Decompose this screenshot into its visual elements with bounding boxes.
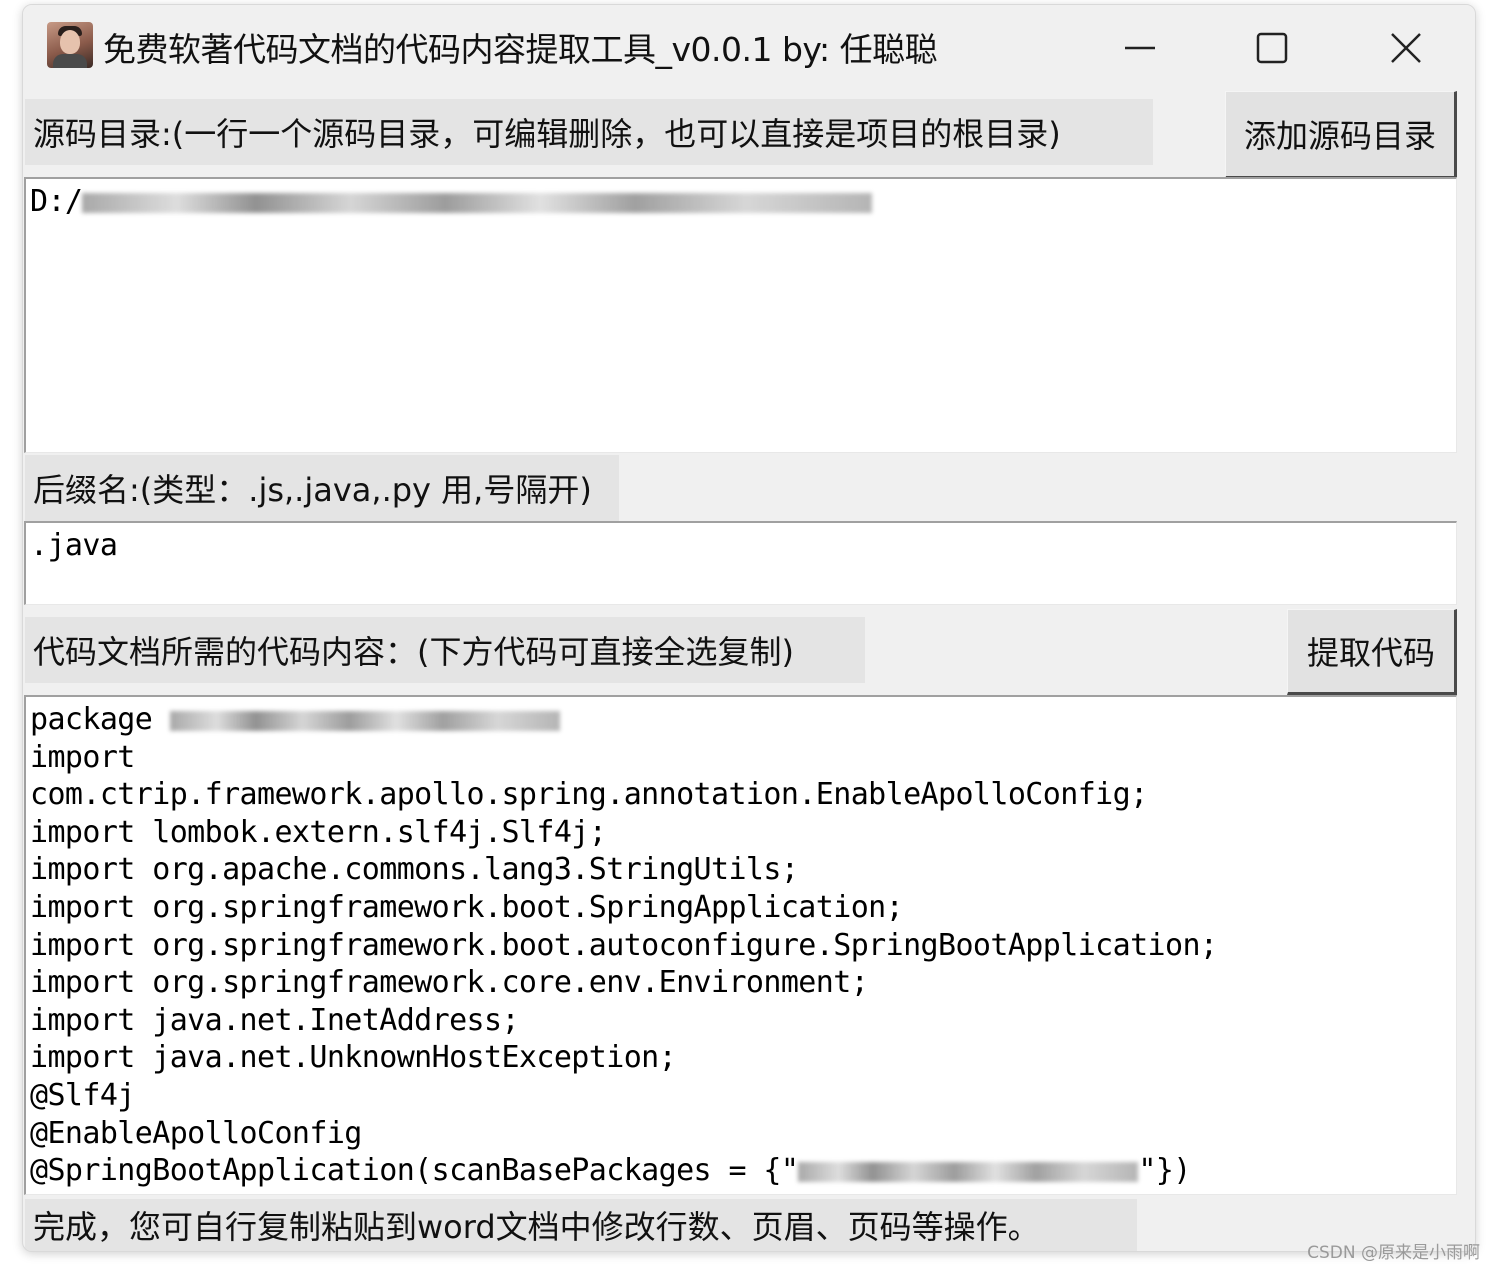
redacted-path	[82, 192, 873, 213]
watermark-text: CSDN @原来是小雨啊	[1307, 1243, 1480, 1263]
source-dir-line: D:/	[30, 183, 1452, 221]
app-window: 免费软著代码文档的代码内容提取工具_v0.0.1 by: 任聪聪 源码目录:(一…	[22, 4, 1476, 1252]
source-dir-label: 源码目录:(一行一个源码目录，可编辑删除，也可以直接是项目的根目录)	[25, 99, 1153, 165]
minimize-button[interactable]	[1075, 5, 1205, 91]
output-label: 代码文档所需的代码内容：(下方代码可直接全选复制)	[25, 617, 865, 683]
code-line: import	[30, 739, 135, 775]
extract-code-button[interactable]: 提取代码	[1287, 609, 1457, 695]
add-source-dir-button[interactable]: 添加源码目录	[1225, 91, 1457, 179]
suffix-label: 后缀名:(类型：.js,.java,.py 用,号隔开)	[25, 455, 619, 521]
source-dir-value: D:/	[30, 184, 83, 219]
window-title: 免费软著代码文档的代码内容提取工具_v0.0.1 by: 任聪聪	[103, 30, 938, 69]
code-line: import java.net.UnknownHostException;	[30, 1040, 677, 1076]
code-line: import java.net.InetAddress;	[30, 1002, 520, 1038]
code-line: package	[30, 701, 1452, 739]
status-message: 完成，您可自行复制粘贴到word文档中修改行数、页眉、页码等操作。	[25, 1199, 1137, 1251]
code-line: import org.springframework.boot.SpringAp…	[30, 889, 904, 925]
close-button[interactable]	[1341, 5, 1471, 91]
output-code-textarea[interactable]: package import com.ctrip.framework.apoll…	[24, 695, 1457, 1195]
code-line: import org.apache.commons.lang3.StringUt…	[30, 852, 799, 888]
suffix-value: .java	[30, 528, 118, 563]
code-line: @SpringBootApplication(scanBasePackages …	[30, 1153, 1191, 1189]
suffix-input[interactable]: .java	[24, 521, 1457, 605]
title-bar: 免费软著代码文档的代码内容提取工具_v0.0.1 by: 任聪聪	[23, 5, 1475, 91]
code-line: com.ctrip.framework.apollo.spring.annota…	[30, 777, 1148, 813]
code-line: import lombok.extern.slf4j.Slf4j;	[30, 814, 607, 850]
maximize-button[interactable]	[1207, 5, 1337, 91]
close-icon	[1391, 33, 1421, 63]
redacted-package	[169, 710, 560, 731]
code-line: import org.springframework.boot.autoconf…	[30, 927, 1218, 963]
minimize-icon	[1125, 46, 1155, 50]
source-dir-textarea[interactable]: D:/	[24, 177, 1457, 453]
code-line: @Slf4j	[30, 1077, 135, 1113]
code-line: @EnableApolloConfig	[30, 1115, 362, 1151]
app-avatar-icon	[47, 22, 93, 68]
maximize-icon	[1256, 32, 1288, 64]
code-line: import org.springframework.core.env.Envi…	[30, 965, 869, 1001]
redacted-scan-package	[798, 1161, 1139, 1182]
